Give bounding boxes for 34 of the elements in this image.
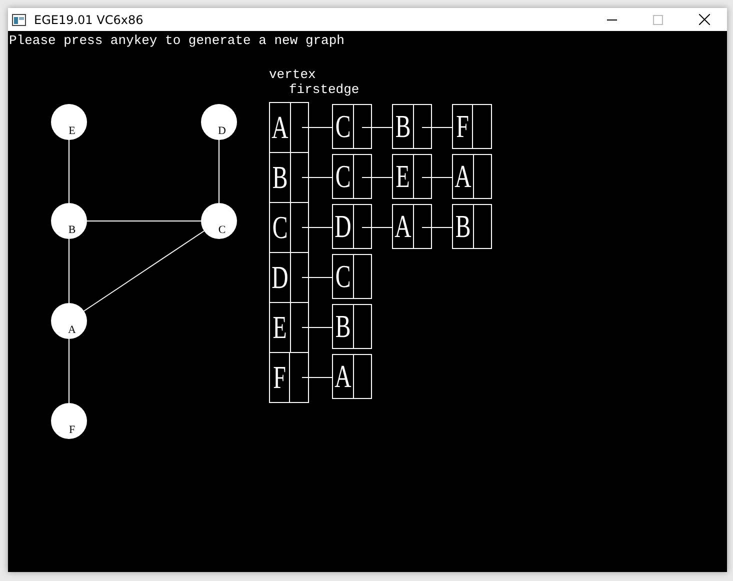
graph-node: D: [201, 104, 237, 140]
graph-node: A: [51, 303, 87, 339]
edge-label: B: [396, 107, 410, 146]
vertex-label: C: [272, 208, 288, 247]
close-icon[interactable]: [698, 14, 710, 25]
edge-label: D: [336, 207, 350, 246]
graph-edge: [218, 140, 220, 204]
edge-label: B: [336, 307, 350, 346]
graph-node: E: [51, 104, 87, 140]
graph-edge: [68, 338, 70, 404]
vertex-header: vertex: [269, 67, 316, 82]
window-icon: [12, 14, 26, 26]
edge-label: B: [456, 207, 470, 246]
edge-label: E: [396, 157, 410, 196]
vertex-label: B: [272, 158, 288, 197]
edge-label: A: [396, 207, 410, 246]
window-title: EGE19.01 VC6x86: [34, 12, 144, 26]
edge-label: F: [456, 107, 470, 146]
vertex-label: E: [272, 308, 287, 347]
prompt-text: Please press anykey to generate a new graph: [9, 33, 344, 48]
vertex-label: F: [272, 358, 286, 397]
edge-label: C: [336, 257, 350, 296]
graph-node: B: [51, 203, 87, 239]
edge-label: A: [456, 157, 470, 196]
vertex-label: D: [272, 258, 288, 297]
graph-node: C: [201, 203, 237, 239]
graph-edge: [68, 140, 70, 204]
edge-label: C: [336, 107, 350, 146]
firstedge-header: firstedge: [289, 82, 360, 97]
edge-label: A: [336, 357, 350, 396]
edge-label: C: [336, 157, 350, 196]
graph-node: F: [51, 403, 87, 439]
vertex-label: A: [272, 108, 288, 147]
graph-edge: [68, 238, 70, 304]
